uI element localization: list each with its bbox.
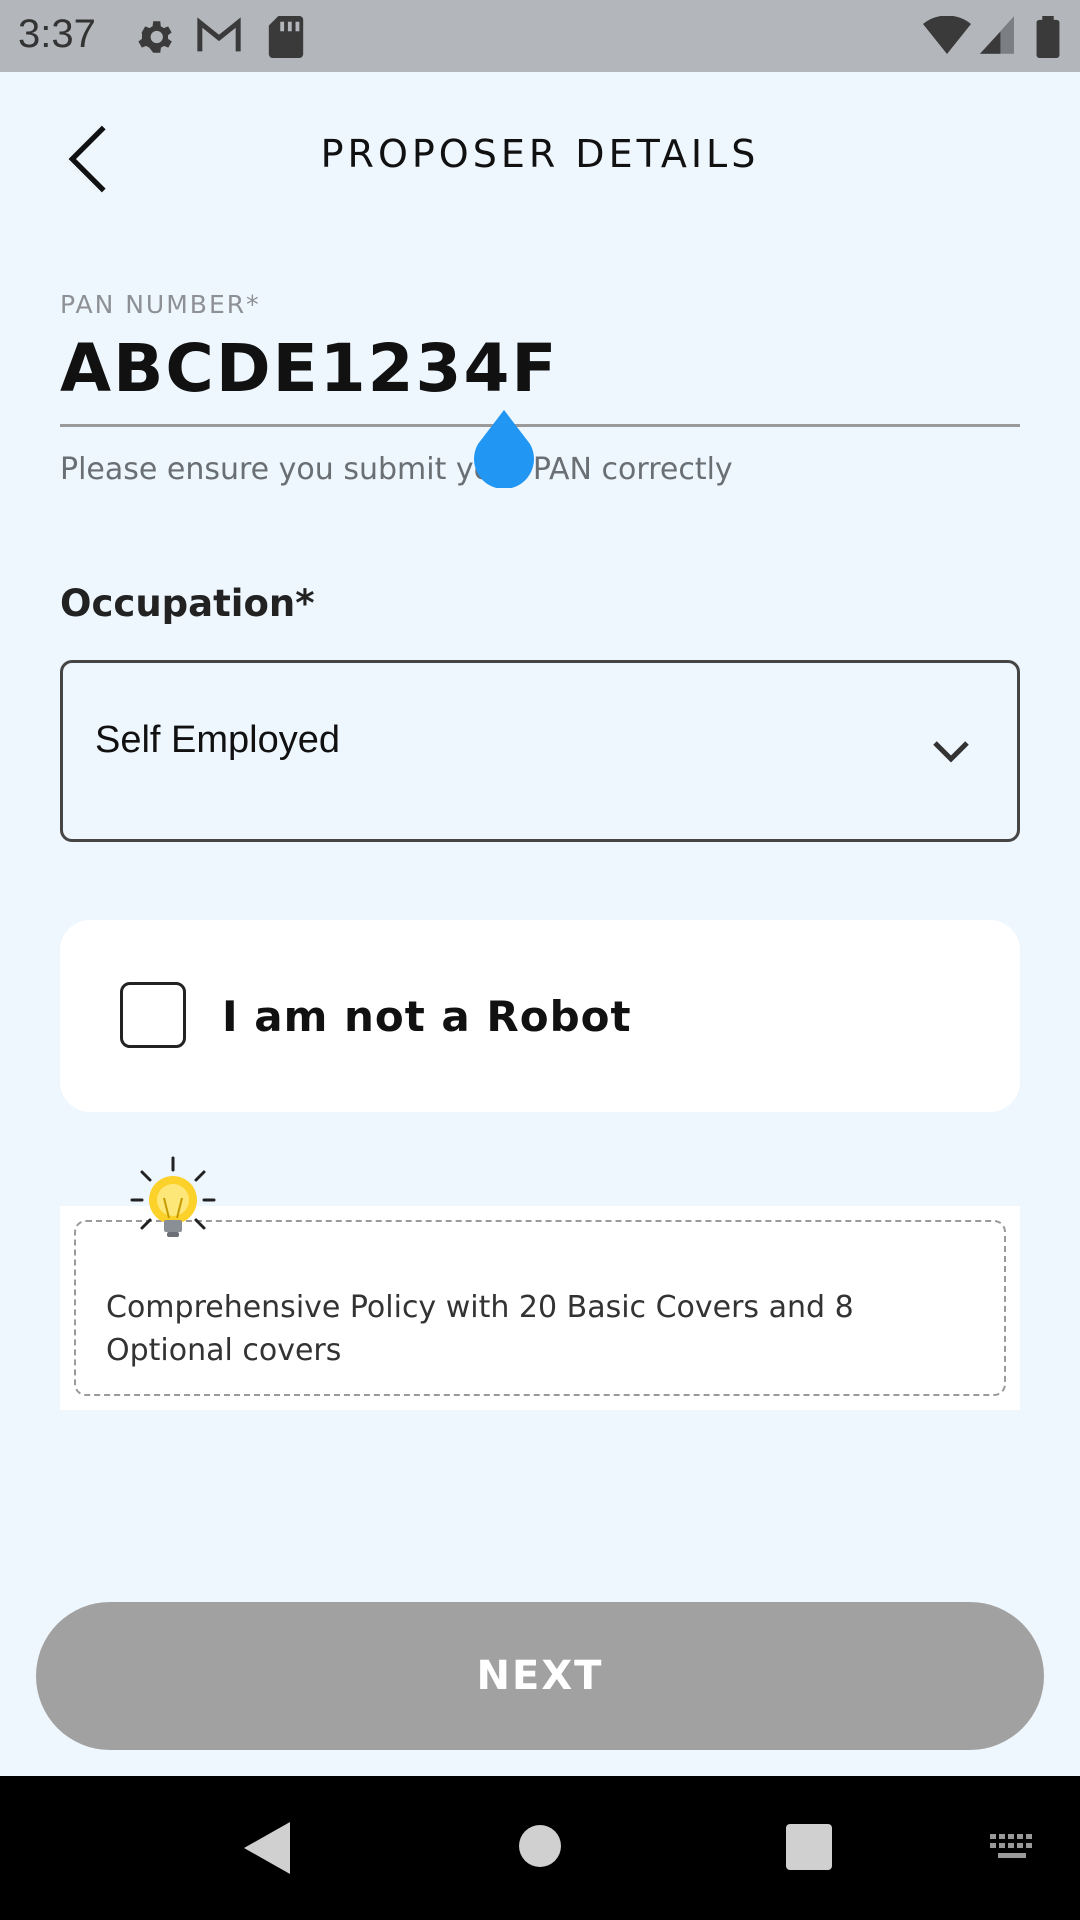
keyboard-icon[interactable] <box>988 1832 1038 1864</box>
tip-text: Comprehensive Policy with 20 Basic Cover… <box>106 1290 854 1368</box>
page-title: PROPOSER DETAILS <box>320 132 760 176</box>
chevron-down-icon <box>933 741 969 763</box>
gmail-icon <box>197 17 241 52</box>
occupation-select[interactable]: Self Employed <box>60 660 1020 842</box>
nav-home-icon[interactable] <box>518 1824 562 1868</box>
pan-underline <box>60 424 1020 427</box>
nav-back-icon[interactable] <box>244 1822 290 1874</box>
status-time: 3:37 <box>18 12 96 56</box>
pan-input[interactable]: ABCDE1234F <box>60 330 558 407</box>
captcha-checkbox[interactable] <box>120 982 186 1048</box>
lightbulb-icon <box>130 1156 216 1237</box>
battery-icon <box>1036 16 1060 58</box>
signal-icon <box>980 16 1014 54</box>
sd-card-icon <box>268 16 304 58</box>
pan-hint: Please ensure you submit your PAN correc… <box>60 452 733 487</box>
text-cursor-handle-icon[interactable] <box>470 408 538 488</box>
captcha-card: I am not a Robot <box>60 920 1020 1112</box>
occupation-selected-value: Self Employed <box>95 719 341 761</box>
status-bar: 3:37 <box>0 0 1080 72</box>
nav-recents-icon[interactable] <box>786 1824 832 1870</box>
wifi-icon <box>923 16 971 54</box>
pan-label: PAN NUMBER* <box>60 290 261 319</box>
occupation-label: Occupation* <box>60 582 315 625</box>
next-button[interactable]: NEXT <box>36 1602 1044 1750</box>
gear-icon <box>138 21 172 53</box>
app-header: PROPOSER DETAILS <box>0 72 1080 242</box>
captcha-label: I am not a Robot <box>222 992 632 1041</box>
system-nav-bar <box>0 1776 1080 1920</box>
